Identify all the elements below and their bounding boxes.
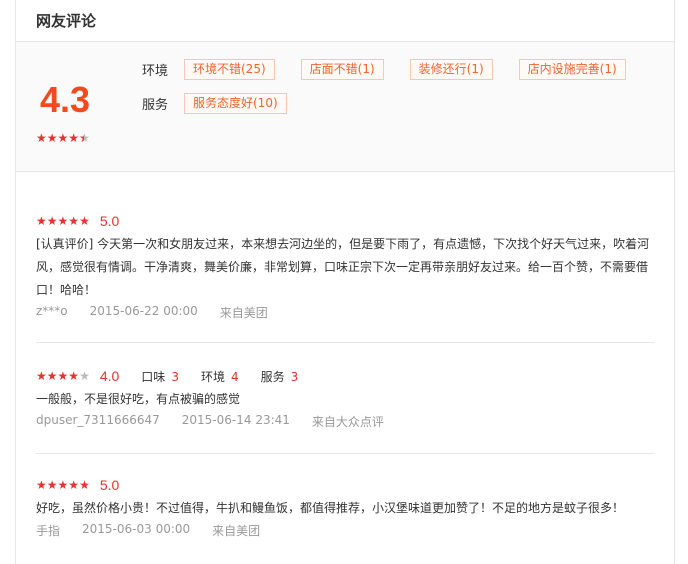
overall-score: 4.3: [40, 79, 91, 120]
review-date: 2015-06-14 23:41: [181, 413, 290, 427]
tag-service-good[interactable]: 服务态度好(10): [184, 92, 287, 114]
tag-row-service: 服务 服务态度好(10): [142, 92, 313, 114]
star-icon: ★: [36, 369, 47, 383]
review-content: 一般般，不是很好吃，有点被骗的感觉: [36, 392, 241, 406]
review-score: 5.0: [99, 477, 120, 493]
sub-score-taste: 口味 3: [141, 368, 179, 385]
divider: [36, 342, 654, 343]
sub-score-value: 4: [230, 369, 239, 384]
review-content: [认真评价] 今天第一次和女朋友过来，本来想去河边坐的，但是要下雨了，有点遗憾，…: [36, 237, 650, 297]
star-icon: ★: [36, 131, 47, 145]
star-icon: ★: [46, 131, 58, 145]
review-rating: ★ ★ ★ ★ ★ 4.0 口味 3 环境 4 服务 3: [36, 367, 656, 385]
review-stars: ★ ★ ★ ★ ★: [36, 370, 90, 382]
review-source: 来自大众点评: [311, 415, 384, 429]
sub-score-label: 口味: [141, 369, 166, 384]
review-source: 来自美团: [212, 524, 261, 538]
review-rating: ★ ★ ★ ★ ★ 5.0: [36, 476, 656, 494]
tag-facilities-complete[interactable]: 店内设施完善(1): [518, 58, 626, 80]
sub-score-label: 环境: [200, 369, 225, 384]
sub-score-service: 服务 3: [261, 368, 299, 385]
overall-stars: ★ ★ ★ ★ ★: [36, 132, 90, 144]
sub-score-environment: 环境 4: [201, 368, 239, 385]
tag-row-environment: 环境 环境不错(25) 店面不错(1) 装修还行(1) 店内设施完善(1): [142, 58, 652, 80]
section-title: 网友评论: [36, 12, 97, 30]
section-header: 网友评论: [16, 0, 674, 42]
review-stars: ★ ★ ★ ★ ★: [36, 479, 90, 491]
star-icon: ★: [57, 369, 69, 383]
star-icon: ★: [57, 214, 69, 228]
review-meta: dpuser_7311666647 2015-06-14 23:41 来自大众点…: [36, 413, 656, 433]
review-source: 来自美团: [219, 306, 268, 320]
star-icon: ★: [68, 478, 80, 492]
sub-score-value: 3: [171, 369, 179, 384]
empty-star-icon: ★: [79, 369, 90, 383]
star-icon: ★: [68, 131, 80, 145]
star-icon: ★: [57, 131, 69, 145]
star-icon: ★: [68, 214, 80, 228]
tag-storefront-good[interactable]: 店面不错(1): [300, 58, 384, 80]
star-icon: ★: [46, 369, 58, 383]
tag-environment-good[interactable]: 环境不错(25): [184, 58, 275, 80]
review-meta: 手指 2015-06-03 00:00 来自美团: [36, 522, 656, 542]
reviews-panel: 网友评论 4.3 ★ ★ ★ ★ ★ 环境 环境不错(25) 店面不错(1) 装…: [15, 0, 675, 564]
review-user[interactable]: 手指: [36, 522, 60, 542]
tag-decor-ok[interactable]: 装修还行(1): [409, 58, 493, 80]
star-icon: ★: [57, 478, 69, 492]
star-icon: ★: [36, 214, 47, 228]
tag-row-label: 环境: [142, 63, 169, 79]
review-meta: z***o 2015-06-22 00:00 来自美团: [36, 304, 656, 324]
sub-score-label: 服务: [260, 369, 285, 384]
review-date: 2015-06-22 00:00: [89, 304, 198, 318]
star-icon: ★: [36, 478, 47, 492]
review-rating: ★ ★ ★ ★ ★ 5.0: [36, 212, 656, 230]
divider: [36, 453, 654, 454]
star-icon: ★: [79, 478, 90, 492]
review-user[interactable]: dpuser_7311666647: [36, 413, 160, 433]
star-icon: ★: [68, 369, 80, 383]
review-stars: ★ ★ ★ ★ ★: [36, 215, 90, 227]
tag-row-label: 服务: [142, 97, 169, 113]
review-score: 5.0: [99, 213, 120, 229]
star-icon: ★: [79, 214, 90, 228]
review-date: 2015-06-03 00:00: [82, 522, 191, 536]
review-content: 好吃，虽然价格小贵！不过值得，牛扒和鳗鱼饭，都值得推荐，小汉堡味道更加赞了！不足…: [36, 501, 625, 515]
star-icon: ★: [46, 214, 58, 228]
star-icon: ★: [46, 478, 58, 492]
review-user[interactable]: z***o: [36, 304, 68, 324]
rating-summary: 4.3 ★ ★ ★ ★ ★ 环境 环境不错(25) 店面不错(1) 装修还行(1…: [16, 42, 674, 172]
review-score: 4.0: [99, 368, 120, 384]
sub-score-value: 3: [290, 369, 299, 384]
half-star-icon: ★: [79, 132, 90, 144]
